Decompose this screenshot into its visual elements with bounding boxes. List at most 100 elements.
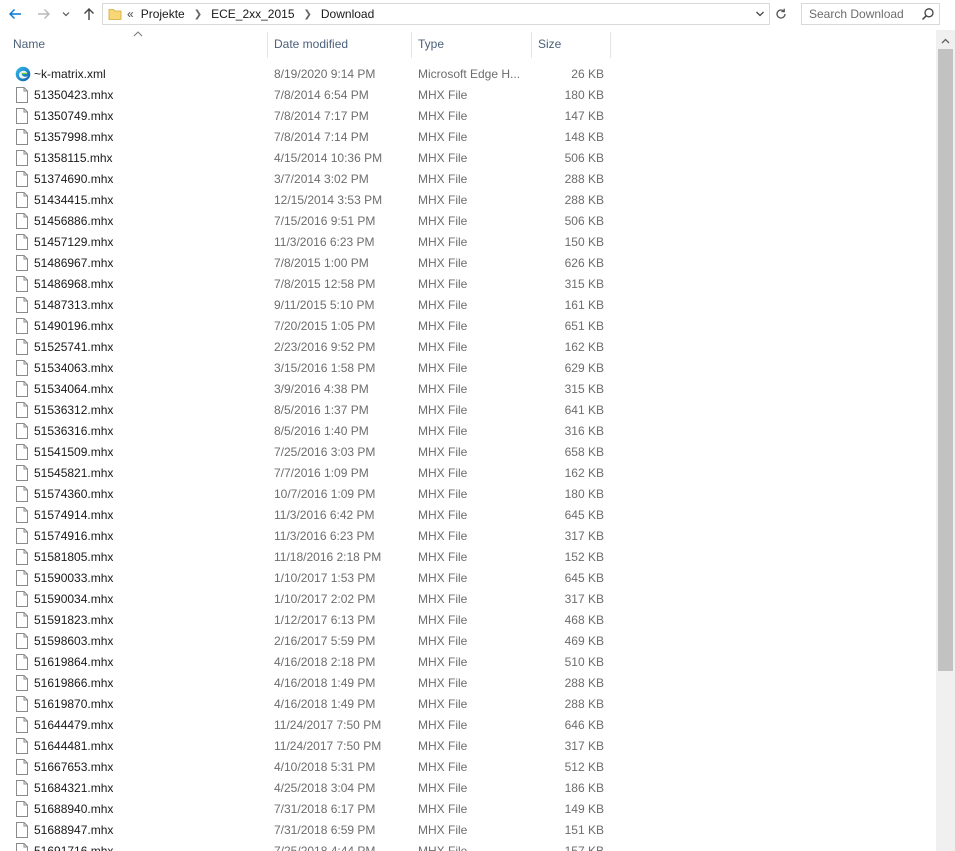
- file-name: 51374690.mhx: [34, 171, 114, 186]
- scrollbar-thumb[interactable]: [938, 49, 953, 671]
- forward-button[interactable]: [34, 4, 54, 24]
- file-row[interactable]: 51534064.mhx 3/9/2016 4:38 PM MHX File 315 …: [0, 378, 936, 399]
- file-date-modified: 4/16/2018 1:49 PM: [274, 696, 376, 711]
- breadcrumb-overflow[interactable]: «: [127, 7, 141, 21]
- up-button[interactable]: [79, 4, 99, 24]
- folder-icon: [108, 9, 122, 20]
- file-row[interactable]: 51358115.mhx 4/15/2014 10:36 PM MHX File 50…: [0, 147, 936, 168]
- file-row[interactable]: 51619864.mhx 4/16/2018 2:18 PM MHX File 510…: [0, 651, 936, 672]
- file-row[interactable]: 51374690.mhx 3/7/2014 3:02 PM MHX File 288 …: [0, 168, 936, 189]
- column-divider[interactable]: [531, 32, 532, 58]
- file-type: MHX File: [418, 423, 468, 438]
- file-row[interactable]: ~k-matrix.xml 8/19/2020 9:14 PM Microsoft …: [0, 63, 936, 84]
- column-divider[interactable]: [610, 32, 611, 58]
- file-row[interactable]: 51350749.mhx 7/8/2014 7:17 PM MHX File 147 …: [0, 105, 936, 126]
- file-name: 51490196.mhx: [34, 318, 114, 333]
- file-row[interactable]: 51357998.mhx 7/8/2014 7:14 PM MHX File 148 …: [0, 126, 936, 147]
- file-size: 152 KB: [564, 549, 604, 564]
- file-icon: [15, 402, 29, 421]
- file-row[interactable]: 51457129.mhx 11/3/2016 6:23 PM MHX File 150…: [0, 231, 936, 252]
- search-box[interactable]: [801, 3, 940, 25]
- file-row[interactable]: 51545821.mhx 7/7/2016 1:09 PM MHX File 162 …: [0, 462, 936, 483]
- file-icon: [15, 192, 29, 211]
- file-row[interactable]: 51591823.mhx 1/12/2017 6:13 PM MHX File 468…: [0, 609, 936, 630]
- file-size: 645 KB: [564, 507, 604, 522]
- file-row[interactable]: 51691716.mhx 7/25/2018 4:44 PM MHX File 157…: [0, 840, 936, 851]
- breadcrumb-item[interactable]: Projekte: [141, 7, 185, 21]
- file-name: 51545821.mhx: [34, 465, 114, 480]
- file-icon: [15, 255, 29, 274]
- file-row[interactable]: 51434415.mhx 12/15/2014 3:53 PM MHX File 28…: [0, 189, 936, 210]
- refresh-button[interactable]: [771, 4, 791, 24]
- address-bar[interactable]: « Projekte ❯ ECE_2xx_2015 ❯ Download: [102, 3, 770, 25]
- address-dropdown-button[interactable]: [753, 7, 767, 21]
- file-row[interactable]: 51534063.mhx 3/15/2016 1:58 PM MHX File 629…: [0, 357, 936, 378]
- file-row[interactable]: 51598603.mhx 2/16/2017 5:59 PM MHX File 469…: [0, 630, 936, 651]
- file-row[interactable]: 51684321.mhx 4/25/2018 3:04 PM MHX File 186…: [0, 777, 936, 798]
- column-header-date-modified[interactable]: Date modified: [274, 30, 410, 58]
- file-row[interactable]: 51688947.mhx 7/31/2018 6:59 PM MHX File 151…: [0, 819, 936, 840]
- scroll-up-button[interactable]: [936, 32, 955, 49]
- refresh-icon: [776, 8, 786, 19]
- column-header-name[interactable]: Name: [13, 30, 267, 58]
- file-name: 51534064.mhx: [34, 381, 114, 396]
- recent-locations-button[interactable]: [58, 4, 74, 24]
- file-row[interactable]: 51590034.mhx 1/10/2017 2:02 PM MHX File 317…: [0, 588, 936, 609]
- file-date-modified: 11/18/2016 2:18 PM: [274, 549, 382, 564]
- file-row[interactable]: 51644481.mhx 11/24/2017 7:50 PM MHX File 31…: [0, 735, 936, 756]
- file-row[interactable]: 51536312.mhx 8/5/2016 1:37 PM MHX File 641 …: [0, 399, 936, 420]
- file-row[interactable]: 51487313.mhx 9/11/2015 5:10 PM MHX File 161…: [0, 294, 936, 315]
- file-icon: [15, 612, 29, 631]
- file-icon: [15, 213, 29, 232]
- file-type: MHX File: [418, 192, 468, 207]
- file-row[interactable]: 51536316.mhx 8/5/2016 1:40 PM MHX File 316 …: [0, 420, 936, 441]
- file-row[interactable]: 51574914.mhx 11/3/2016 6:42 PM MHX File 645…: [0, 504, 936, 525]
- search-icon[interactable]: [921, 7, 935, 21]
- file-icon: [15, 318, 29, 337]
- vertical-scrollbar[interactable]: [936, 30, 955, 851]
- file-icon: [15, 570, 29, 589]
- file-size: 288 KB: [564, 696, 604, 711]
- file-row[interactable]: 51619870.mhx 4/16/2018 1:49 PM MHX File 288…: [0, 693, 936, 714]
- file-row[interactable]: 51688940.mhx 7/31/2018 6:17 PM MHX File 149…: [0, 798, 936, 819]
- back-button[interactable]: [5, 4, 25, 24]
- file-type: MHX File: [418, 381, 468, 396]
- file-size: 658 KB: [564, 444, 604, 459]
- breadcrumb-separator-icon[interactable]: ❯: [185, 9, 211, 20]
- file-row[interactable]: 51525741.mhx 2/23/2016 9:52 PM MHX File 162…: [0, 336, 936, 357]
- file-name: 51487313.mhx: [34, 297, 114, 312]
- file-name: 51688947.mhx: [34, 822, 114, 837]
- file-date-modified: 2/16/2017 5:59 PM: [274, 633, 376, 648]
- file-row[interactable]: 51574916.mhx 11/3/2016 6:23 PM MHX File 317…: [0, 525, 936, 546]
- column-header-row: Name Date modified Type Size: [0, 30, 936, 60]
- file-row[interactable]: 51644479.mhx 11/24/2017 7:50 PM MHX File 64…: [0, 714, 936, 735]
- file-row[interactable]: 51486968.mhx 7/8/2015 12:58 PM MHX File 315…: [0, 273, 936, 294]
- file-row[interactable]: 51456886.mhx 7/15/2016 9:51 PM MHX File 506…: [0, 210, 936, 231]
- file-name: 51619864.mhx: [34, 654, 114, 669]
- file-row[interactable]: 51486967.mhx 7/8/2015 1:00 PM MHX File 626 …: [0, 252, 936, 273]
- file-type: MHX File: [418, 465, 468, 480]
- column-divider[interactable]: [267, 32, 268, 58]
- edge-icon: [15, 66, 31, 85]
- file-row[interactable]: 51581805.mhx 11/18/2016 2:18 PM MHX File 15…: [0, 546, 936, 567]
- column-divider[interactable]: [411, 32, 412, 58]
- file-size: 180 KB: [564, 87, 604, 102]
- file-row[interactable]: 51541509.mhx 7/25/2016 3:03 PM MHX File 658…: [0, 441, 936, 462]
- breadcrumb-item[interactable]: Download: [321, 7, 374, 21]
- column-header-type[interactable]: Type: [418, 30, 530, 58]
- file-row[interactable]: 51490196.mhx 7/20/2015 1:05 PM MHX File 651…: [0, 315, 936, 336]
- file-row[interactable]: 51619866.mhx 4/16/2018 1:49 PM MHX File 288…: [0, 672, 936, 693]
- file-icon: [15, 87, 29, 106]
- file-row[interactable]: 51350423.mhx 7/8/2014 6:54 PM MHX File 180 …: [0, 84, 936, 105]
- breadcrumb-item[interactable]: ECE_2xx_2015: [211, 7, 294, 21]
- file-row[interactable]: 51667653.mhx 4/10/2018 5:31 PM MHX File 512…: [0, 756, 936, 777]
- breadcrumb-separator-icon[interactable]: ❯: [295, 9, 321, 20]
- search-input[interactable]: [802, 4, 920, 24]
- file-type: MHX File: [418, 654, 468, 669]
- file-name: 51619870.mhx: [34, 696, 114, 711]
- file-type: MHX File: [418, 612, 468, 627]
- column-header-size[interactable]: Size: [538, 30, 610, 58]
- file-date-modified: 7/8/2014 7:17 PM: [274, 108, 369, 123]
- file-row[interactable]: 51590033.mhx 1/10/2017 1:53 PM MHX File 645…: [0, 567, 936, 588]
- file-row[interactable]: 51574360.mhx 10/7/2016 1:09 PM MHX File 180…: [0, 483, 936, 504]
